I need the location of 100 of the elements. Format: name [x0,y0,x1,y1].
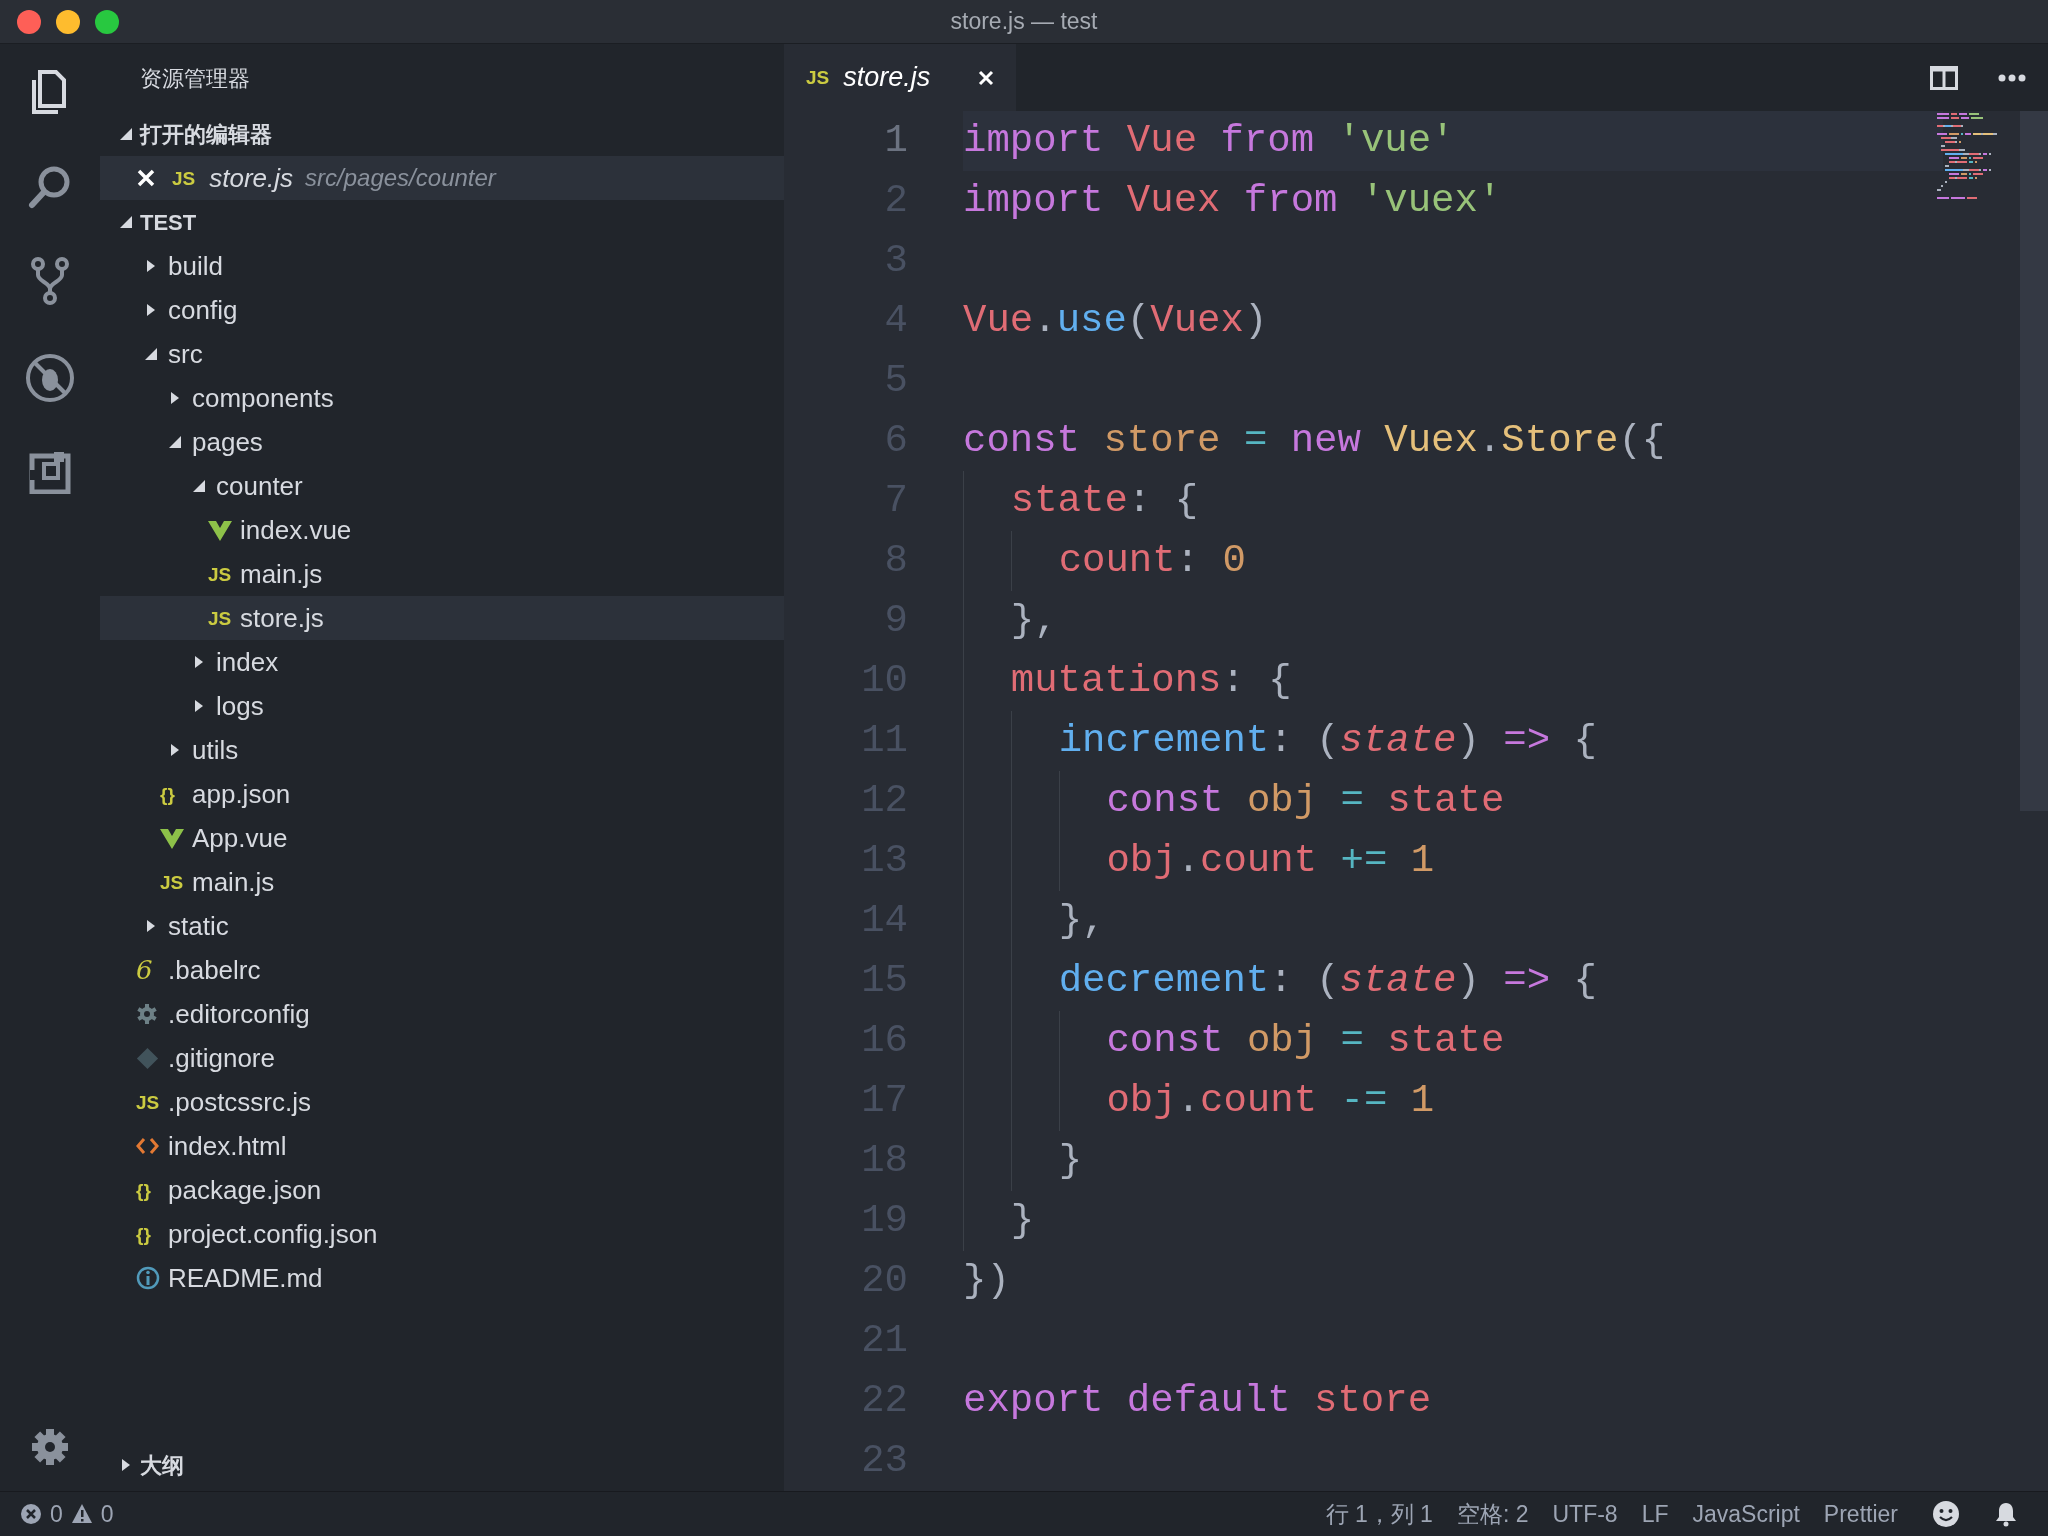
status-item[interactable]: JavaScript [1692,1496,1800,1532]
file-item[interactable]: .gitignore [100,1036,784,1080]
code-line: mutations: { [963,651,1292,711]
folder-item[interactable]: logs [100,684,784,728]
file-item[interactable]: App.vue [100,816,784,860]
warning-icon[interactable] [70,1503,93,1525]
window-title: store.js — test [950,8,1098,35]
status-item[interactable]: LF [1641,1496,1669,1532]
code-line: increment: (state) => { [963,711,1597,771]
file-item[interactable]: {} project.config.json [100,1212,784,1256]
code-line: count: 0 [963,531,1246,591]
code-line: const store = new Vuex.Store({ [963,418,1666,465]
zoom-window-button[interactable] [95,9,119,34]
bell-icon[interactable] [1994,1501,2018,1527]
code-line: obj.count += 1 [963,831,1435,891]
file-name: store.js [209,161,294,195]
info-icon [136,1266,160,1290]
error-icon[interactable] [20,1503,42,1525]
code-line: const obj = state [963,1011,1505,1071]
folder-item[interactable]: pages [100,420,784,464]
code-line: }) [963,1258,1010,1305]
debug-icon[interactable] [24,352,76,404]
code-line: }, [963,891,1106,951]
collapsed-caret-icon[interactable] [169,744,181,756]
js-file-icon: JS [806,68,830,87]
code-line: } [963,1191,1035,1251]
folder-item[interactable]: counter [100,464,784,508]
folder-item[interactable]: static [100,904,784,948]
split-editor-icon[interactable] [1930,65,1958,90]
settings-icon[interactable] [30,1427,70,1467]
folder-item[interactable]: index [100,640,784,684]
code-line: import Vuex from 'vuex' [963,178,1502,225]
section-header[interactable]: TEST [100,200,784,244]
expanded-caret-icon[interactable] [145,348,157,360]
minimize-window-button[interactable] [56,9,80,34]
file-item[interactable]: index.vue [100,508,784,552]
editor-tab[interactable]: JS store.js [784,44,1016,111]
section-header[interactable]: 大纲 [100,1443,784,1487]
expanded-caret-icon[interactable] [169,436,181,448]
js-file-icon: JS [208,608,232,628]
code-line: Vue.use(Vuex) [963,298,1268,345]
folder-item[interactable]: components [100,376,784,420]
file-item[interactable]: 6 .babelrc [100,948,784,992]
file-item[interactable]: JS main.js [100,552,784,596]
file-item[interactable]: JS store.js [100,596,784,640]
code-line: decrement: (state) => { [963,951,1597,1011]
file-item[interactable]: README.md [100,1256,784,1300]
collapsed-caret-icon[interactable] [145,304,157,316]
error-count[interactable]: 0 [50,1496,63,1532]
js-file-icon: JS [136,1092,160,1112]
status-item[interactable]: 行 1，列 1 [1325,1496,1433,1532]
section-header[interactable]: 打开的编辑器 [100,112,784,156]
collapsed-caret-icon[interactable] [193,656,205,668]
js-file-icon: JS [208,564,232,584]
collapsed-caret-icon[interactable] [193,700,205,712]
file-item[interactable]: JS .postcssrc.js [100,1080,784,1124]
status-item[interactable]: UTF-8 [1552,1496,1618,1532]
folder-item[interactable]: utils [100,728,784,772]
vue-file-icon [208,519,232,541]
close-icon[interactable] [978,69,994,86]
folder-item[interactable]: build [100,244,784,288]
status-item[interactable]: Prettier [1823,1496,1898,1532]
close-window-button[interactable] [17,9,41,34]
file-path: src/pages/counter [305,163,496,193]
gear-file-icon [136,1003,158,1025]
file-item[interactable]: {} package.json [100,1168,784,1212]
vue-file-icon [160,827,184,849]
code-line: const obj = state [963,771,1505,831]
expanded-caret-icon[interactable] [120,128,132,140]
sidebar-title: 资源管理器 [140,64,250,93]
code-line: }, [963,591,1058,651]
file-item[interactable]: {} app.json [100,772,784,816]
scrollbar[interactable] [2020,111,2048,811]
babel-file-icon: 6 [136,957,153,983]
code-file-icon [136,1135,159,1157]
close-icon[interactable] [136,168,156,188]
folder-item[interactable]: src [100,332,784,376]
code-line: export default store [963,1378,1432,1425]
file-item[interactable]: JS main.js [100,860,784,904]
file-item[interactable]: .editorconfig [100,992,784,1036]
warning-count[interactable]: 0 [100,1496,114,1532]
more-icon[interactable] [1998,73,2026,82]
line-number: 1 [883,117,908,165]
collapsed-caret-icon[interactable] [145,920,157,932]
collapsed-caret-icon[interactable] [145,260,157,272]
status-item[interactable]: 空格: 2 [1456,1496,1529,1532]
js-file-icon: JS [160,872,184,892]
file-item[interactable]: index.html [100,1124,784,1168]
json-file-icon: {} [160,784,175,804]
expanded-caret-icon[interactable] [120,216,132,228]
expanded-caret-icon[interactable] [193,480,205,492]
extensions-icon[interactable] [28,450,72,494]
folder-item[interactable]: config [100,288,784,332]
json-file-icon: {} [136,1180,151,1200]
code-line: obj.count -= 1 [963,1071,1435,1131]
open-editor-item[interactable]: JS store.js src/pages/counter [100,156,784,200]
json-file-icon: {} [136,1224,151,1244]
smiley-icon[interactable] [1932,1500,1960,1528]
collapsed-caret-icon[interactable] [120,1459,132,1471]
collapsed-caret-icon[interactable] [169,392,181,404]
